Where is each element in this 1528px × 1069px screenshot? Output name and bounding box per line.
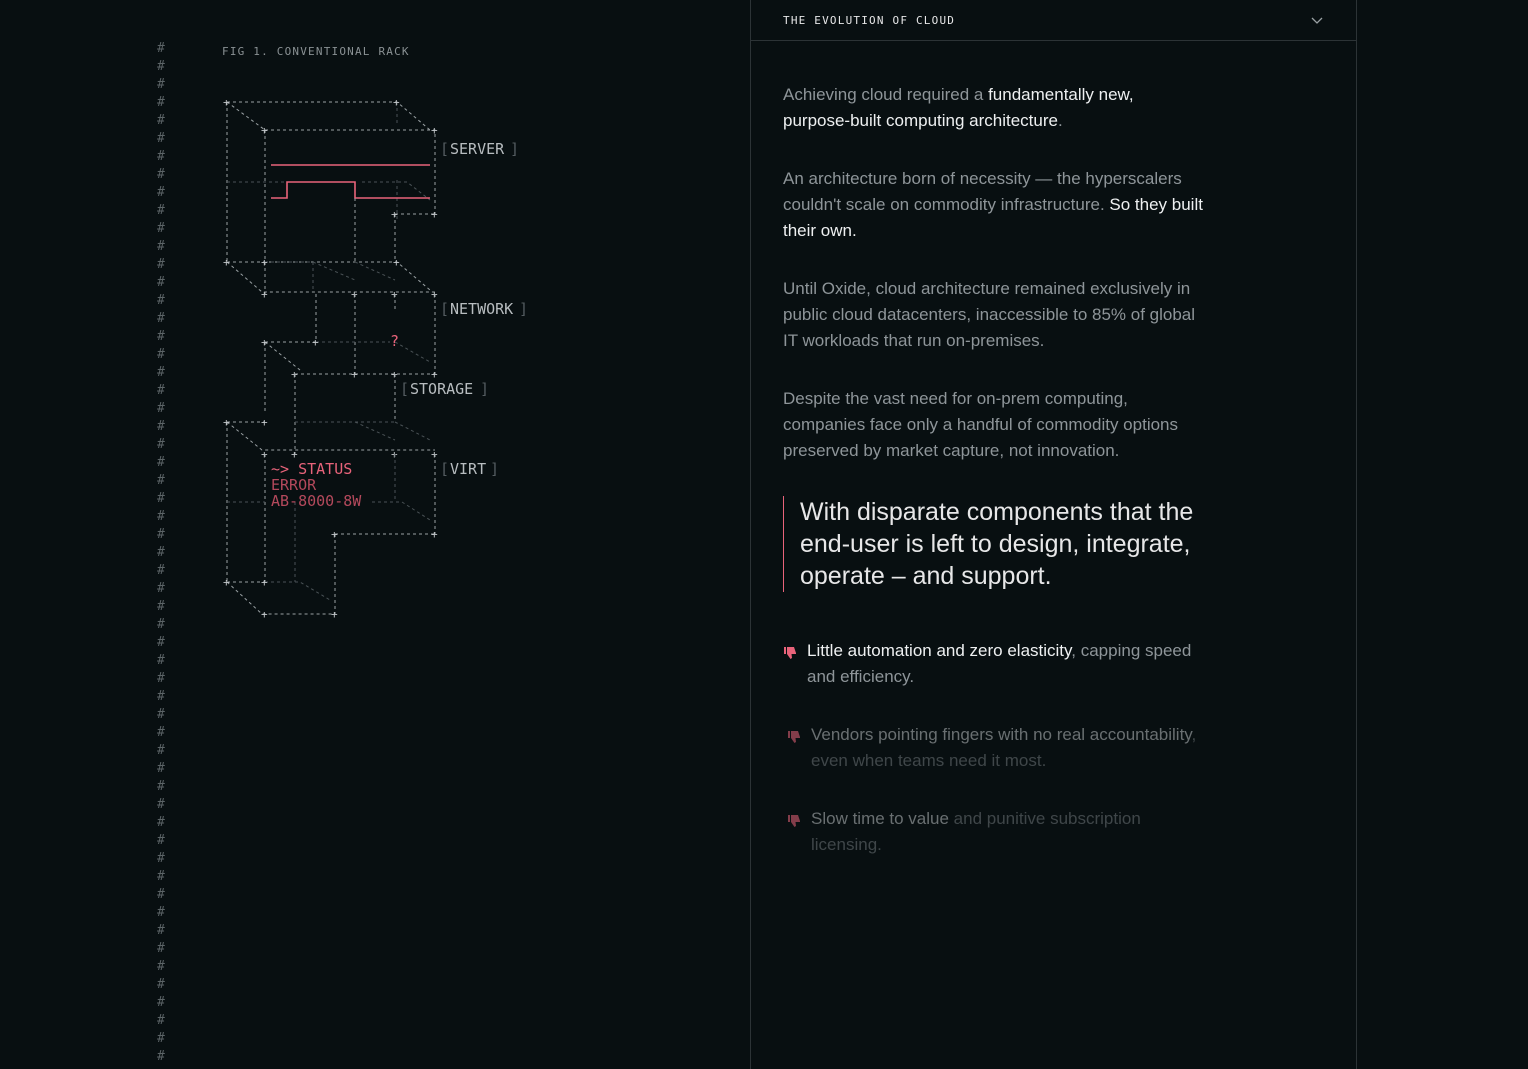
svg-text:]: ]	[519, 300, 528, 318]
error-code: AB-8000-8W	[271, 492, 362, 510]
list-item: Little automation and zero elasticity, c…	[783, 638, 1203, 690]
svg-text:+: +	[261, 288, 268, 301]
svg-text:+: +	[312, 336, 319, 349]
network-label: NETWORK	[450, 300, 513, 318]
svg-text:+: +	[393, 256, 400, 269]
svg-text:+: +	[261, 576, 268, 589]
storage-label: STORAGE	[410, 380, 473, 398]
storage-block: + + + + + + [ STORAGE ]	[223, 374, 489, 582]
svg-text:+: +	[223, 96, 230, 109]
pull-quote: With disparate components that the end-u…	[783, 496, 1203, 592]
svg-text:+: +	[261, 336, 268, 349]
chevron-down-icon[interactable]	[1310, 14, 1324, 26]
svg-text:+: +	[261, 124, 268, 137]
svg-text:+: +	[431, 124, 438, 137]
svg-text:+: +	[261, 416, 268, 429]
thumbs-down-icon	[783, 638, 807, 690]
virt-block: ~> STATUS ERROR AB-8000-8W + + + + + + […	[223, 454, 499, 621]
thumbs-down-icon	[787, 722, 811, 774]
svg-text:+: +	[261, 608, 268, 621]
svg-text:+: +	[331, 528, 338, 541]
svg-text:+: +	[393, 96, 400, 109]
paragraph-2: An architecture born of necessity — the …	[783, 169, 1203, 240]
svg-text:+: +	[261, 256, 268, 269]
paragraph-1: Achieving cloud required a fundamentally…	[783, 85, 1134, 130]
panel-content: Achieving cloud required a fundamentally…	[783, 82, 1203, 890]
list-item: Vendors pointing fingers with no real ac…	[783, 722, 1203, 774]
svg-text:[: [	[440, 140, 449, 158]
evolution-panel: THE EVOLUTION OF CLOUD Achieving cloud r…	[750, 0, 1357, 1069]
rack-diagram: + + + + + + + + + + + + + [ SERVER ] ? +…	[223, 96, 528, 621]
virt-label: VIRT	[450, 460, 486, 478]
svg-text:+: +	[431, 528, 438, 541]
question-mark: ?	[390, 332, 399, 350]
svg-text:+: +	[431, 208, 438, 221]
thumbs-down-icon	[787, 806, 811, 858]
svg-text:+: +	[391, 208, 398, 221]
svg-text:]: ]	[490, 460, 499, 478]
svg-text:+: +	[351, 368, 358, 381]
svg-text:+: +	[223, 256, 230, 269]
panel-title: THE EVOLUTION OF CLOUD	[783, 14, 956, 27]
paragraph-3: Until Oxide, cloud architecture remained…	[783, 279, 1196, 350]
svg-text:+: +	[331, 608, 338, 621]
paragraph-4: Despite the vast need for on-prem comput…	[783, 389, 1179, 460]
server-label: SERVER	[450, 140, 505, 158]
svg-text:[: [	[440, 460, 449, 478]
svg-text:[: [	[400, 380, 409, 398]
svg-text:[: [	[440, 300, 449, 318]
svg-text:+: +	[223, 576, 230, 589]
svg-text:]: ]	[480, 380, 489, 398]
svg-text:]: ]	[510, 140, 519, 158]
list-item: Slow time to value and punitive subscrip…	[783, 806, 1203, 858]
panel-header[interactable]: THE EVOLUTION OF CLOUD	[751, 0, 1356, 41]
svg-text:+: +	[223, 416, 230, 429]
server-block: + + + + + + + + + + + + + [ SERVER ]	[223, 96, 519, 301]
